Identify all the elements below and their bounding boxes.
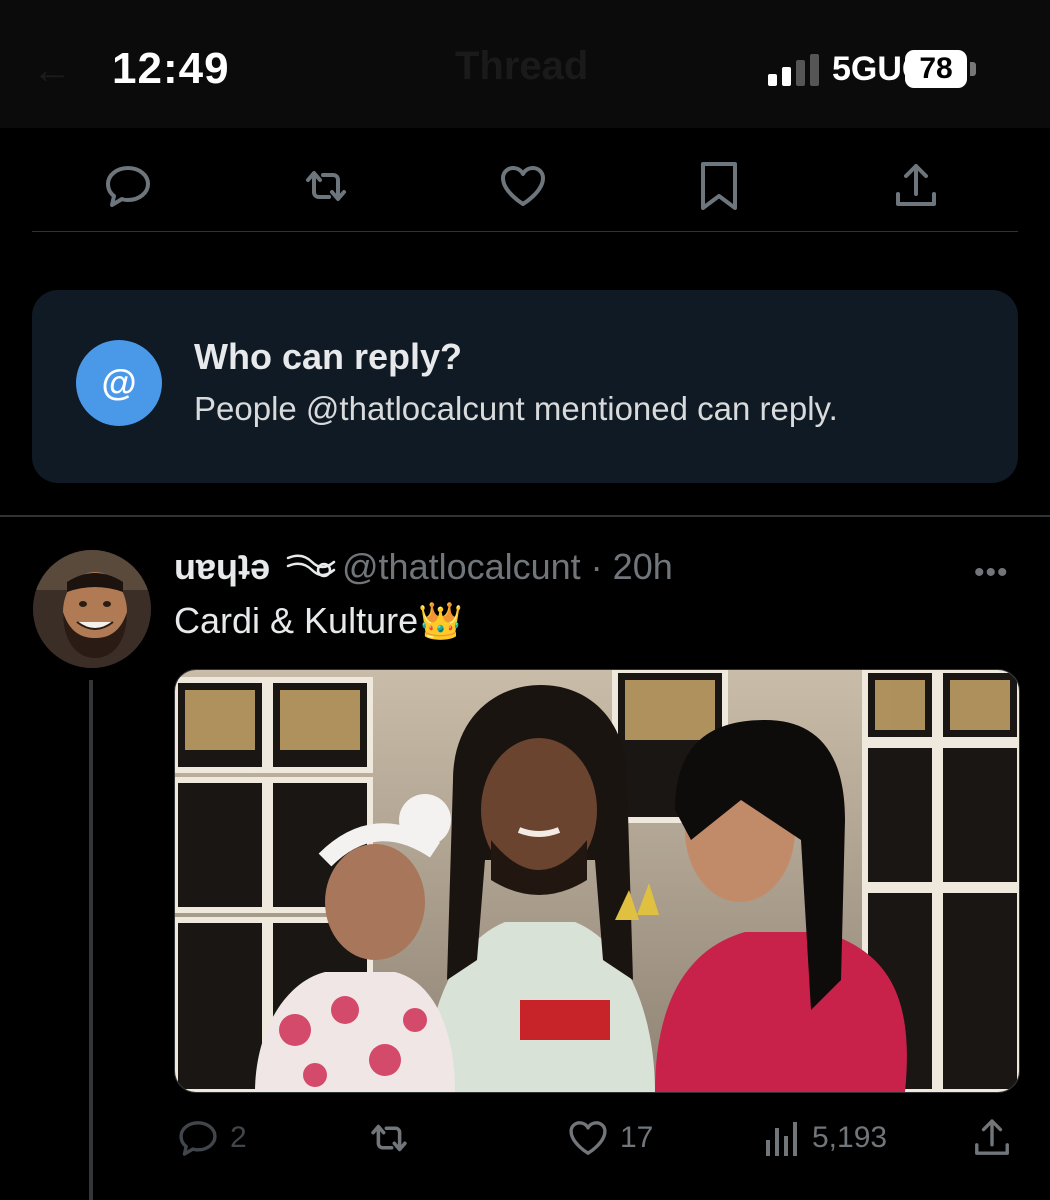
reply-icon[interactable] bbox=[102, 160, 154, 212]
back-arrow-icon[interactable]: ← bbox=[32, 48, 72, 93]
nav-title: Thread bbox=[455, 44, 589, 88]
avatar[interactable] bbox=[33, 550, 151, 668]
like-count: 17 bbox=[620, 1121, 654, 1154]
who-can-reply-subtitle: People @thatlocalcunt mentioned can repl… bbox=[194, 390, 838, 427]
tweet-text-body: Cardi & Kulture bbox=[174, 600, 419, 641]
retweet-metric[interactable] bbox=[366, 1108, 412, 1168]
swirl-icon bbox=[286, 554, 336, 578]
retweet-icon[interactable] bbox=[300, 160, 352, 212]
retweet-icon bbox=[371, 1124, 407, 1152]
more-options-icon[interactable]: ••• bbox=[974, 556, 1009, 590]
mention-icon: @ bbox=[76, 340, 162, 426]
display-name[interactable]: uɐɥʇǝ bbox=[174, 546, 270, 588]
share-metric[interactable] bbox=[970, 1108, 1014, 1168]
who-can-reply-title: Who can reply? bbox=[194, 336, 463, 377]
reply-tweet-metrics: 2 17 5,193 bbox=[0, 1108, 1050, 1168]
status-time: 12:49 bbox=[112, 44, 230, 93]
reply-icon bbox=[179, 1121, 217, 1156]
views-metric[interactable]: 5,193 bbox=[762, 1108, 887, 1168]
main-tweet-actions bbox=[0, 150, 1050, 220]
avatar-image bbox=[33, 550, 151, 668]
like-icon[interactable] bbox=[497, 160, 549, 212]
like-metric[interactable]: 17 bbox=[566, 1108, 653, 1168]
tweet-photo[interactable] bbox=[174, 669, 1020, 1093]
crown-emoji: 👑 bbox=[418, 600, 463, 641]
actions-divider bbox=[32, 231, 1018, 232]
signal-icon bbox=[768, 54, 819, 86]
section-divider bbox=[0, 515, 1050, 517]
battery-tip bbox=[970, 62, 976, 76]
handle-and-time[interactable]: @thatlocalcunt · 20h bbox=[342, 546, 673, 588]
reply-metric[interactable]: 2 bbox=[176, 1108, 247, 1168]
view-count: 5,193 bbox=[812, 1121, 888, 1154]
tweet-text: Cardi & Kulture👑 bbox=[174, 600, 463, 642]
share-icon bbox=[975, 1119, 1009, 1155]
battery-level: 78 bbox=[905, 50, 967, 88]
family-photo-image bbox=[175, 670, 1019, 1092]
views-icon bbox=[766, 1122, 797, 1156]
like-icon bbox=[569, 1121, 607, 1155]
bookmark-icon[interactable] bbox=[693, 160, 745, 212]
who-can-reply-card: @ Who can reply? People @thatlocalcunt m… bbox=[32, 290, 1018, 483]
share-icon[interactable] bbox=[890, 160, 942, 212]
reply-count: 2 bbox=[230, 1121, 247, 1154]
top-bar: ← Thread 12:49 5GUC 78 bbox=[0, 0, 1050, 128]
